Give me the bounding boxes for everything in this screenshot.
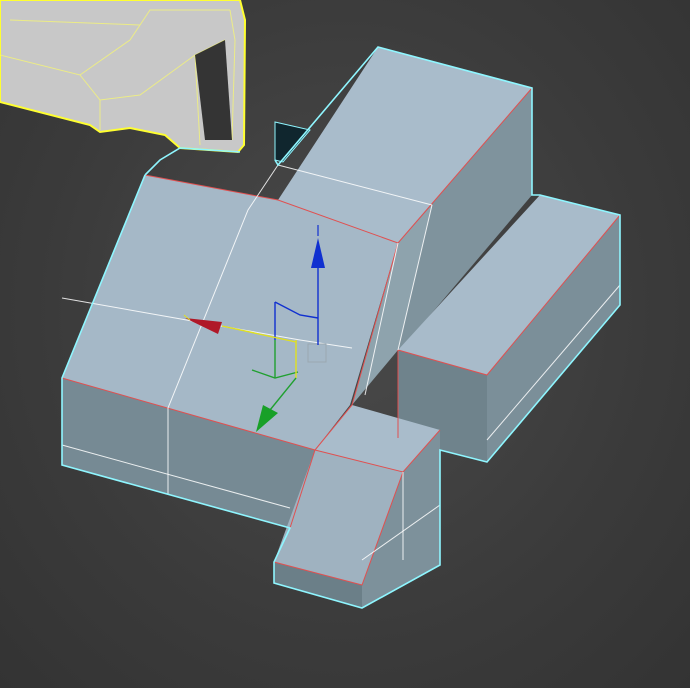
viewport-perspective[interactable] [0, 0, 690, 688]
scene-canvas[interactable] [0, 0, 690, 688]
hidden-face [274, 121, 311, 163]
yellow-wireframe-object[interactable] [0, 0, 247, 154]
